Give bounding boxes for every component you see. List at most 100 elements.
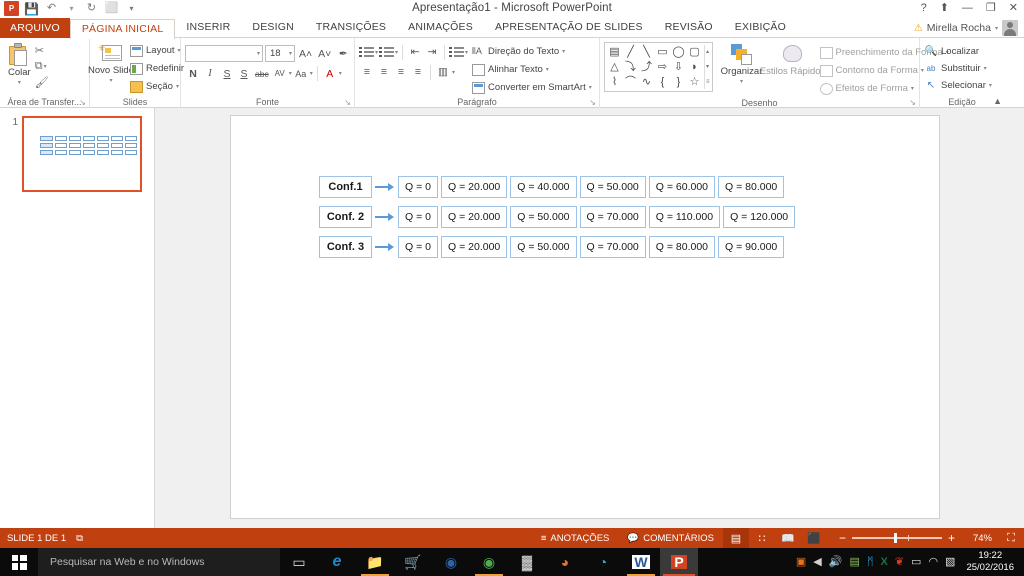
q-cell[interactable]: Q = 0 [398,236,438,258]
font-color-button[interactable]: A [322,65,338,82]
convert-smartart-button[interactable]: Converter em SmartArt ▾ [472,79,592,96]
tray-excel-icon[interactable]: X [880,556,887,568]
ribbon-display-options-button[interactable]: ⬆ [940,1,949,14]
q-cell[interactable]: Q = 40.000 [510,176,577,198]
quick-styles-button[interactable]: Estilos Rápidos [760,42,825,79]
tab-apresentacao-de-slides[interactable]: APRESENTAÇÃO DE SLIDES [484,18,654,38]
normal-view-button[interactable]: ▤ [722,528,749,548]
conf-box-3[interactable]: Conf. 3 [319,236,372,258]
q-cell[interactable]: Q = 20.000 [441,206,508,228]
align-text-caret-icon[interactable]: ▾ [546,66,549,73]
account-area[interactable]: ⚠ Mirella Rocha ▾ [914,20,1018,36]
zoom-out-button[interactable]: − [833,532,852,544]
columns-caret-icon[interactable]: ▾ [452,69,455,76]
find-button[interactable]: 🔍 Localizar [924,43,979,60]
shape-ellipse-icon[interactable]: ◯ [671,45,686,59]
replace-button[interactable]: ab Substituir ▾ [924,60,987,77]
align-right-button[interactable]: ≡ [393,64,409,81]
change-case-caret-icon[interactable]: ▾ [310,70,313,77]
select-caret-icon[interactable]: ▾ [989,82,992,89]
taskbar-chrome-button[interactable]: ◉ [470,548,508,576]
shapes-scroll-up-icon[interactable]: ▴ [706,45,710,59]
align-left-button[interactable]: ≡ [359,64,375,81]
font-size-caret-icon[interactable]: ▾ [289,50,292,57]
thumbnail-item[interactable]: 1 [8,116,142,192]
tray-network-icon[interactable]: ◠ [928,556,938,568]
taskbar-firefox-button[interactable]: ◕ [546,548,584,576]
align-text-button[interactable]: Alinhar Texto ▾ [472,61,592,78]
paste-caret-icon[interactable]: ▾ [18,78,21,89]
reset-button[interactable]: Redefinir [128,60,186,77]
copy-caret-icon[interactable]: ▾ [44,63,47,70]
new-slide-button[interactable]: ✳ Novo Slide ▾ [88,41,134,89]
increase-font-size-button[interactable]: A˄ [297,45,314,62]
tray-red-icon[interactable]: ❦ [895,556,904,568]
copy-button[interactable]: ⧉ ▾ [35,59,59,74]
tab-revisao[interactable]: REVISÃO [654,18,724,38]
shape-freeform-icon[interactable]: ⌇ [607,75,622,89]
shape-down-arrow-icon[interactable]: ⇩ [671,60,686,74]
shape-right-arrow-icon[interactable]: ⇨ [655,60,670,74]
smartart-caret-icon[interactable]: ▾ [589,84,592,91]
decrease-indent-button[interactable]: ⇤ [407,44,423,61]
bullets-caret-icon[interactable]: ▾ [375,49,378,56]
tray-battery-icon[interactable]: ▭ [911,556,921,568]
collapse-ribbon-button[interactable]: ▲ [993,96,1002,106]
taskbar-file-explorer-button[interactable]: 📁 [356,548,394,576]
shape-effects-caret-icon[interactable]: ▾ [911,85,914,92]
decrease-font-size-button[interactable]: A˅ [316,45,333,62]
close-button[interactable]: ✕ [1009,1,1018,14]
new-slide-caret-icon[interactable]: ▾ [109,76,112,87]
conf-box-1[interactable]: Conf.1 [319,176,372,198]
help-button[interactable]: ? [921,2,927,14]
shape-star-icon[interactable]: ☆ [687,75,702,89]
q-cell[interactable]: Q = 80.000 [718,176,785,198]
avatar[interactable] [1002,20,1018,36]
font-dialog-launcher-icon[interactable]: ↘ [344,98,351,107]
language-icon[interactable]: ⧉ [76,533,83,544]
shape-pie-icon[interactable]: ◗ [687,60,702,74]
shapes-gallery[interactable]: ▤ ╱ ╲ ▭ ◯ ▢ △ ⤵ ⤴ ⇨ ⇩ ◗ ⌇ ⌒ ∿ {} ☆ ▴ ▾ … [604,42,713,92]
tray-action-center-icon[interactable]: ▧ [945,556,955,568]
columns-button[interactable]: ▥ [435,64,451,81]
text-direction-caret-icon[interactable]: ▾ [562,48,565,55]
shape-arrow-line-icon[interactable]: ╲ [639,45,654,59]
taskbar-search-input[interactable]: Pesquisar na Web e no Windows [38,548,280,576]
q-cell[interactable]: Q = 70.000 [579,206,646,228]
slide-thumbnail-1[interactable] [22,116,142,192]
q-cell[interactable]: Q = 0 [398,206,438,228]
character-spacing-button[interactable]: AV [272,65,288,82]
start-button[interactable] [0,548,38,576]
shapes-scroll[interactable]: ▴ ▾ ≡ [704,45,710,89]
shapes-scroll-down-icon[interactable]: ▾ [706,60,710,74]
bullets-icon[interactable] [359,46,374,59]
q-cell[interactable]: Q = 80.000 [648,236,715,258]
zoom-level-label[interactable]: 74% [967,533,998,544]
strikethrough-button[interactable]: abc [253,65,271,82]
task-view-button[interactable]: ▭ [280,548,318,576]
taskbar-edge-button[interactable]: e [318,548,356,576]
clear-formatting-button[interactable]: ✒ [335,45,351,62]
numbering-caret-icon[interactable]: ▾ [395,49,398,56]
zoom-knob[interactable] [893,533,897,544]
align-center-button[interactable]: ≡ [376,64,392,81]
fit-to-window-button[interactable]: ⛶ [998,528,1024,548]
minimize-button[interactable]: — [962,2,973,14]
tray-bluetooth-icon[interactable]: ᛗ [867,556,874,568]
underline-button[interactable]: S [219,65,235,82]
shape-curve-icon[interactable]: ⌒ [623,75,638,89]
section-button[interactable]: Seção ▾ [128,78,186,95]
zoom-slider[interactable]: − + [827,528,967,548]
slide-canvas[interactable]: Conf.1 Q = 0 Q = 20.000 Q = 40.000 Q = 5… [230,115,940,519]
character-spacing-caret-icon[interactable]: ▾ [289,70,292,77]
font-size-input[interactable]: 18 ▾ [265,45,295,62]
tray-orange-icon[interactable]: ▣ [796,556,806,568]
shape-rounded-rect-icon[interactable]: ▢ [687,45,702,59]
shape-elbow-arrow-icon[interactable]: ⤴ [639,60,654,74]
taskbar-word-button[interactable]: W [622,548,660,576]
taskbar-powerpoint-button[interactable]: P [660,548,698,576]
comments-button[interactable]: 💬 COMENTÁRIOS [618,528,723,548]
cut-button[interactable]: ✂ [35,43,59,58]
font-color-caret-icon[interactable]: ▾ [339,70,342,77]
paragraph-dialog-launcher-icon[interactable]: ↘ [589,98,596,107]
